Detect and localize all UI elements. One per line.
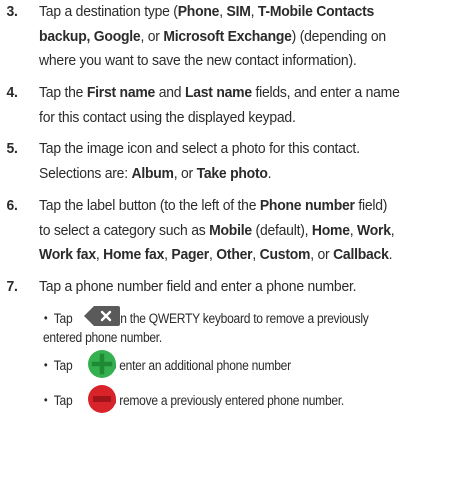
remove-red-circle-icon bbox=[88, 385, 116, 413]
step-number: 6. bbox=[6, 197, 18, 214]
step-text: Tap a destination type (Phone, SIM, T-Mo… bbox=[39, 3, 386, 70]
step-number: 3. bbox=[6, 3, 18, 20]
step-number: 4. bbox=[6, 84, 18, 101]
bullet: • bbox=[43, 358, 48, 372]
manual-page: 3. Tap a destination type (Phone, SIM, T… bbox=[0, 0, 472, 482]
step-number: 7. bbox=[6, 278, 18, 295]
add-green-circle-icon bbox=[88, 350, 116, 378]
step-text: Tap the label button (to the left of the… bbox=[39, 197, 395, 264]
backspace-key-icon bbox=[84, 306, 120, 326]
bullet: • bbox=[43, 311, 48, 325]
step-text: Tap the image icon and select a photo fo… bbox=[39, 140, 360, 182]
step-text: Tap the First name and Last name fields,… bbox=[39, 84, 400, 126]
step-text: Tap a phone number field and enter a pho… bbox=[39, 278, 357, 295]
step-number: 5. bbox=[6, 140, 18, 157]
bullet: • bbox=[43, 393, 48, 407]
